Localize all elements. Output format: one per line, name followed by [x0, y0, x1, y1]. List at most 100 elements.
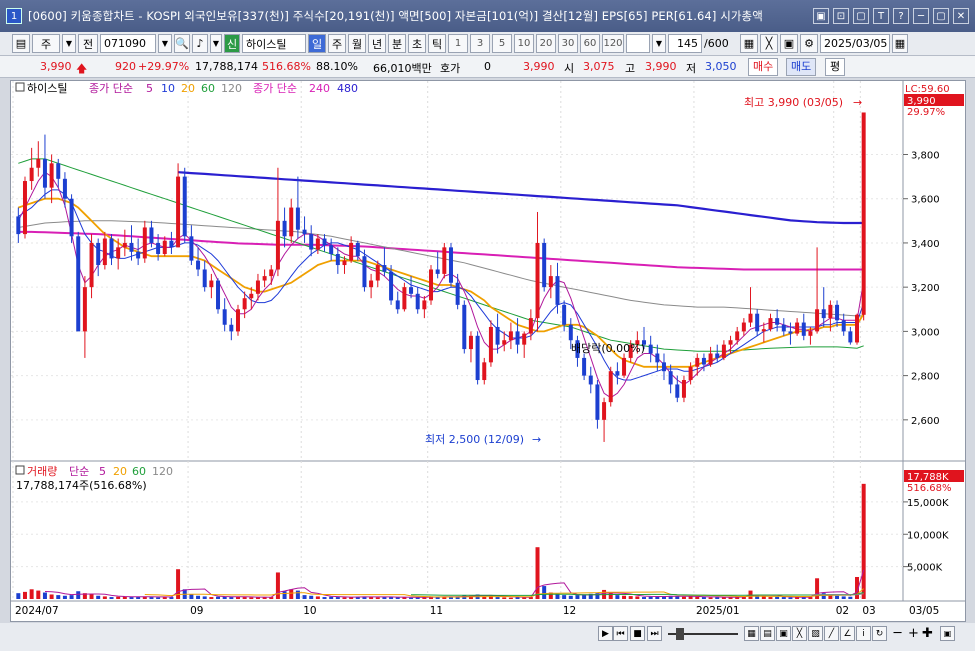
candle-body: [295, 207, 300, 230]
search-icon[interactable]: 🔍: [174, 34, 190, 53]
volume-bar: [202, 596, 207, 599]
candle-body: [202, 269, 207, 288]
candle-body: [302, 229, 307, 235]
data-count-input[interactable]: 145: [668, 34, 702, 53]
legend-ma120: 120: [221, 82, 242, 95]
sound-dropdown-icon[interactable]: ▼: [210, 34, 222, 53]
candle-body: [568, 324, 573, 341]
interval-120[interactable]: 120: [602, 34, 624, 53]
pattern-icon[interactable]: ▧: [808, 626, 823, 641]
first-page-icon[interactable]: ⏮: [613, 626, 628, 641]
layout-icon[interactable]: ▢: [853, 8, 869, 24]
window-controls: ▣ ⊡ ▢ T ? ─ ▢ ✕: [813, 8, 969, 24]
sound-icon[interactable]: ♪: [192, 34, 208, 53]
volume-bar: [189, 594, 194, 599]
save-icon[interactable]: ▣: [780, 34, 798, 53]
tab-week[interactable]: 주: [328, 34, 346, 53]
volume-bar: [249, 597, 254, 599]
candle-body: [582, 357, 587, 376]
volume-bar: [502, 597, 507, 599]
candle-body: [468, 335, 473, 350]
grid-view-icon[interactable]: ▦: [744, 626, 759, 641]
code-dropdown-icon[interactable]: ▼: [158, 34, 172, 53]
trend-icon[interactable]: ╱: [824, 626, 839, 641]
line-tool-icon[interactable]: ╳: [760, 34, 778, 53]
tab-tick[interactable]: 틱: [428, 34, 446, 53]
volume-readout: 17,788,174주(516.68%): [16, 479, 147, 492]
candle-body: [16, 216, 21, 235]
average-button[interactable]: 평: [825, 58, 846, 76]
candle-body: [169, 240, 174, 248]
scroll-right-icon[interactable]: ▶: [598, 626, 613, 641]
tab-day[interactable]: 일: [308, 34, 326, 53]
calendar-icon[interactable]: ▦: [892, 34, 908, 53]
tab-month[interactable]: 월: [348, 34, 366, 53]
price-tick-label: 2,600: [911, 416, 940, 427]
zoom-slider-thumb[interactable]: [676, 628, 684, 640]
chevron-down-icon[interactable]: ▼: [62, 34, 76, 53]
interval-20[interactable]: 20: [536, 34, 556, 53]
last-page-icon[interactable]: ⏭: [647, 626, 662, 641]
volume-bar: [622, 595, 627, 599]
period-select[interactable]: 주: [32, 34, 60, 53]
gear-icon[interactable]: ⚙: [800, 34, 818, 53]
sell-button[interactable]: 매도: [786, 58, 817, 76]
candle-body: [741, 322, 746, 332]
interval-3[interactable]: 3: [470, 34, 490, 53]
candle-body: [242, 298, 247, 310]
x-axis-ticks: 2024/07 09 10 11 12 2025/01 02 03 03/05: [15, 605, 939, 617]
date-input[interactable]: 2025/03/05: [820, 34, 890, 53]
tab-minute[interactable]: 분: [388, 34, 406, 53]
table-icon[interactable]: ▤: [760, 626, 775, 641]
legend-ma480: 480: [337, 82, 358, 95]
chart-canvas[interactable]: 3,800 3,600 3,400 3,200 3,000 2,800 2,600 15,00…: [11, 81, 965, 621]
candle-body: [335, 253, 340, 266]
volume-bar: [275, 572, 280, 599]
tab-second[interactable]: 초: [408, 34, 426, 53]
interval-5[interactable]: 5: [492, 34, 512, 53]
volume-bar: [22, 591, 27, 599]
legend-box-icon[interactable]: [15, 465, 25, 475]
tab-year[interactable]: 년: [368, 34, 386, 53]
candle-body: [828, 304, 833, 319]
zoom-out-icon[interactable]: ─: [890, 626, 905, 641]
low-price: 3,050: [705, 60, 737, 73]
candle-body: [488, 326, 493, 363]
expand-icon[interactable]: ✚: [920, 626, 935, 641]
buy-button[interactable]: 매수: [748, 58, 779, 76]
menu-icon[interactable]: ▤: [12, 34, 30, 53]
close-icon[interactable]: ✕: [953, 8, 969, 24]
font-icon[interactable]: T: [873, 8, 889, 24]
maximize-icon[interactable]: ▢: [933, 8, 949, 24]
candle-body: [82, 287, 87, 332]
screen-icon[interactable]: ⊡: [833, 8, 849, 24]
custom-interval-input[interactable]: [626, 34, 650, 53]
window-number-badge[interactable]: 1: [6, 8, 22, 24]
zoom-in-icon[interactable]: +: [906, 626, 921, 641]
chart-type-icon[interactable]: ▦: [740, 34, 758, 53]
cross-icon[interactable]: ╳: [792, 626, 807, 641]
help-icon[interactable]: ?: [893, 8, 909, 24]
interval-30[interactable]: 30: [558, 34, 578, 53]
refresh-icon[interactable]: ↻: [872, 626, 887, 641]
link-icon[interactable]: ▣: [813, 8, 829, 24]
candle-body: [588, 375, 593, 385]
panel-icon[interactable]: ▣: [940, 626, 955, 641]
interval-60[interactable]: 60: [580, 34, 600, 53]
copy-icon[interactable]: ▣: [776, 626, 791, 641]
candle-body: [235, 309, 240, 332]
candle-body: [648, 344, 653, 354]
stop-icon[interactable]: ■: [630, 626, 645, 641]
interval-dropdown-icon[interactable]: ▼: [652, 34, 666, 53]
minimize-icon[interactable]: ─: [913, 8, 929, 24]
candle-body: [502, 340, 507, 345]
low-arrow-icon: →: [532, 433, 541, 446]
measure-icon[interactable]: ∠: [840, 626, 855, 641]
prev-button[interactable]: 전: [78, 34, 98, 53]
info-icon[interactable]: i: [856, 626, 871, 641]
volume-bar: [209, 597, 214, 599]
stock-code-input[interactable]: 071090: [100, 34, 156, 53]
interval-10[interactable]: 10: [514, 34, 534, 53]
interval-1[interactable]: 1: [448, 34, 468, 53]
chart-area[interactable]: 3,800 3,600 3,400 3,200 3,000 2,800 2,600 15,00…: [10, 80, 966, 622]
